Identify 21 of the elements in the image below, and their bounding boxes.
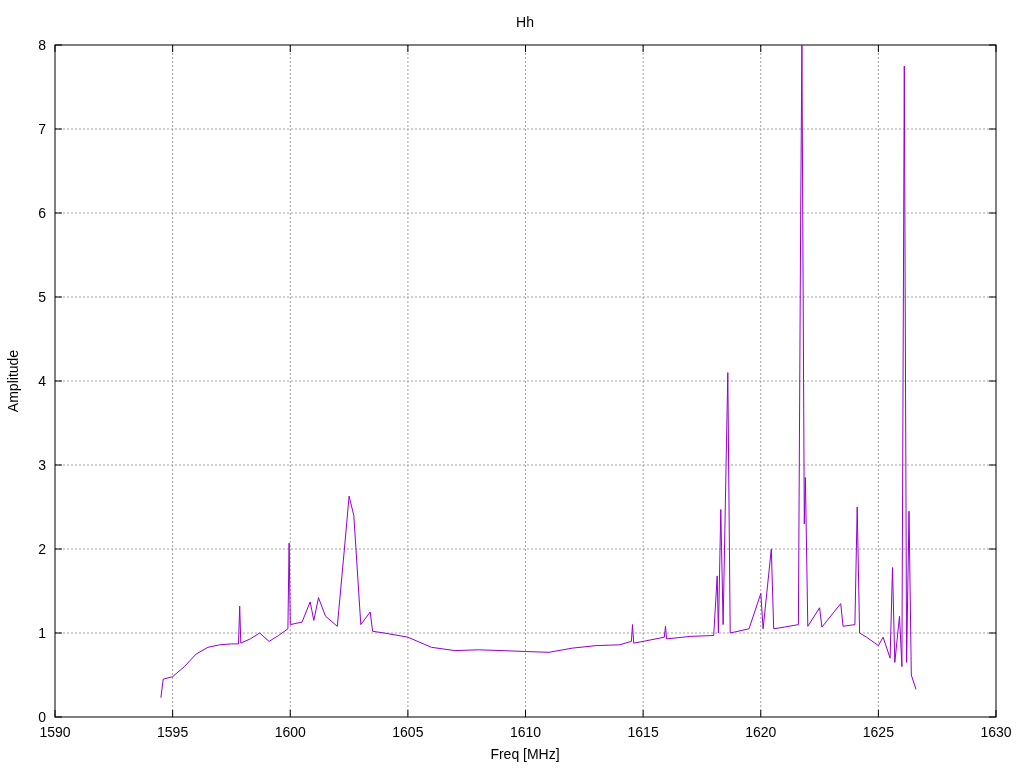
chart-title: Hh [516,14,534,30]
tick-label: 0 [38,709,46,725]
tick-label: 1 [38,625,46,641]
tick-label: 1590 [39,724,71,740]
tick-label: 7 [38,121,46,137]
tick-label: 1630 [980,724,1012,740]
tick-label: 1615 [627,724,659,740]
tick-label: 1600 [274,724,306,740]
tick-label: 1610 [509,724,542,740]
y-axis-label: Amplitude [5,349,21,413]
tick-label: 2 [38,541,46,557]
tick-label: 8 [38,37,46,53]
tick-label: 1605 [392,724,424,740]
tick-label: 4 [38,373,46,389]
tick-label: 3 [38,457,46,473]
tick-label: 5 [38,289,46,305]
tick-label: 6 [38,205,46,221]
tick-label: 1595 [157,724,189,740]
tick-label: 1620 [745,724,777,740]
tick-label: 1625 [862,724,894,740]
x-axis-label: Freq [MHz] [490,746,560,762]
